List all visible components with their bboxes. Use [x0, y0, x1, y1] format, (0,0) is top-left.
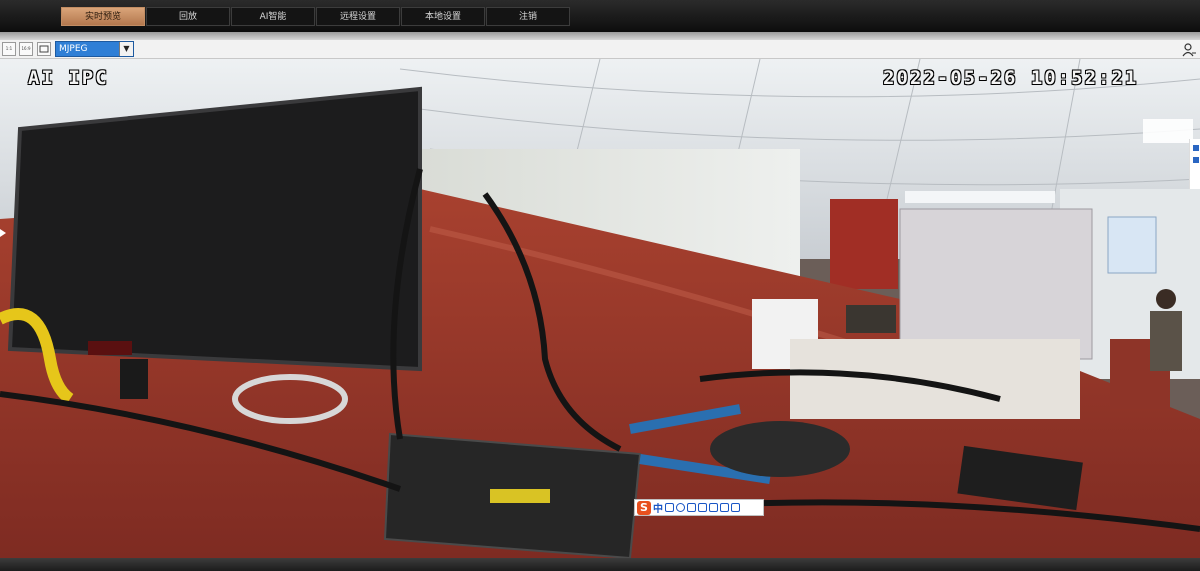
stream-type-select[interactable]: MJPEG ▼ [55, 41, 134, 57]
grid-menu-icon[interactable] [731, 503, 740, 512]
nav-live-preview[interactable]: 实时预览 [61, 7, 145, 26]
osd-timestamp: 2022-05-26 10:52:21 [883, 67, 1139, 89]
user-icon[interactable] [709, 503, 718, 512]
ime-mode-chinese[interactable]: 中 [653, 500, 663, 515]
camera-frame [0, 59, 1200, 558]
user-tool-icon[interactable] [1182, 42, 1196, 57]
nav-local-settings[interactable]: 本地设置 [401, 7, 485, 26]
ratio-16-9-button[interactable]: 16:9 [19, 42, 33, 56]
live-video-view[interactable]: AI IPC 2022-05-26 10:52:21 S 中 [0, 59, 1200, 558]
ime-toolbar[interactable]: S 中 [634, 499, 764, 516]
side-logo-icon [1189, 139, 1200, 189]
main-menu: 实时预览 回放 AI智能 远程设置 本地设置 注销 [61, 7, 571, 26]
osd-channel-name: AI IPC [28, 67, 109, 89]
chevron-down-icon: ▼ [119, 42, 133, 56]
ratio-1-1-button[interactable]: 1:1 [2, 42, 16, 56]
top-navigation-bar: 实时预览 回放 AI智能 远程设置 本地设置 注销 [0, 0, 1200, 32]
header-divider [0, 32, 1200, 40]
mouse-cursor-icon [0, 229, 6, 237]
emoji-icon[interactable] [676, 503, 685, 512]
punctuation-icon[interactable] [665, 503, 674, 512]
fullscreen-button[interactable] [37, 42, 51, 56]
bottom-status-strip [0, 558, 1200, 571]
keyboard-icon[interactable] [698, 503, 707, 512]
nav-remote-settings[interactable]: 远程设置 [316, 7, 400, 26]
preview-toolbar: 1:1 16:9 MJPEG ▼ [0, 40, 1200, 59]
screen-icon [39, 45, 49, 53]
sogou-logo-icon[interactable]: S [637, 500, 651, 515]
nav-logout[interactable]: 注销 [486, 7, 570, 26]
stream-type-value: MJPEG [59, 44, 88, 54]
nav-playback[interactable]: 回放 [146, 7, 230, 26]
skin-icon[interactable] [720, 503, 729, 512]
nav-ai-smart[interactable]: AI智能 [231, 7, 315, 26]
microphone-icon[interactable] [687, 503, 696, 512]
